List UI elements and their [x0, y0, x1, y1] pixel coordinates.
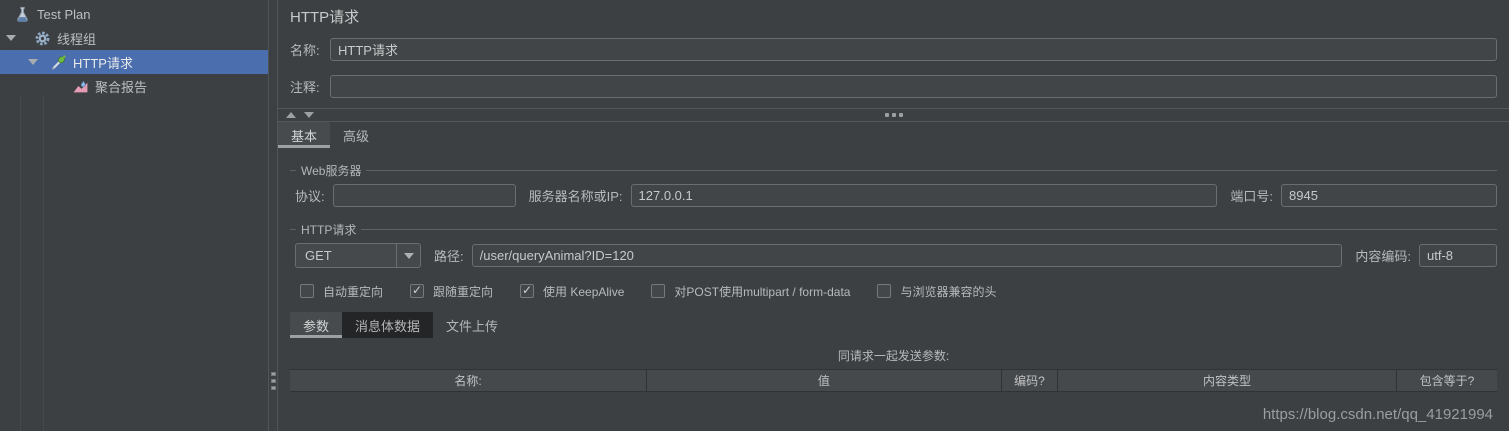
body-tabbar: 参数 消息体数据 文件上传	[290, 312, 1497, 338]
splitter-grip-icon[interactable]	[884, 113, 903, 117]
checkbox-icon: ✓	[410, 283, 425, 298]
basic-advanced-tabbar: 基本 高级	[278, 122, 1509, 148]
method-dropdown[interactable]: GET	[295, 243, 421, 268]
column-header-value[interactable]: 值	[647, 370, 1001, 391]
panel-splitter[interactable]	[268, 0, 278, 431]
collapse-down-icon[interactable]	[304, 112, 314, 118]
web-server-row: 协议: 服务器名称或IP: 端口号:	[290, 184, 1497, 207]
column-header-encode[interactable]: 编码?	[1001, 370, 1058, 391]
checkbox-icon: ✓	[300, 284, 314, 298]
column-header-include-equals[interactable]: 包含等于?	[1396, 370, 1497, 391]
web-server-group: Web服务器 协议: 服务器名称或IP: 端口号:	[290, 162, 1497, 207]
http-request-group-title: HTTP请求	[296, 221, 362, 238]
encoding-input[interactable]	[1419, 244, 1497, 267]
test-plan-icon	[17, 6, 28, 22]
path-label: 路径:	[434, 249, 464, 264]
port-label: 端口号:	[1230, 189, 1273, 204]
server-input[interactable]	[630, 184, 1218, 207]
http-request-row: GET 路径: 内容编码:	[290, 243, 1497, 268]
test-plan-tree: Test Plan 线程组 HTTP请求 聚合报告	[0, 0, 268, 431]
tab-basic[interactable]: 基本	[278, 122, 331, 148]
aggregate-report-icon	[73, 80, 88, 92]
method-value: GET	[305, 248, 332, 263]
jmeter-window: Test Plan 线程组 HTTP请求 聚合报告 HTTP请求 名称: HTT…	[0, 0, 1509, 431]
comment-input[interactable]	[330, 75, 1497, 98]
checkbox-auto-redirects[interactable]: ✓ 自动重定向	[300, 283, 383, 300]
protocol-input[interactable]	[332, 184, 516, 207]
thread-group-icon	[35, 31, 50, 45]
tree-expand-icon[interactable]	[28, 59, 38, 65]
name-row: 名称:	[290, 38, 1497, 61]
tree-item-thread-group[interactable]: 线程组	[0, 26, 268, 50]
chevron-down-icon	[403, 252, 414, 259]
server-label: 服务器名称或IP:	[528, 189, 623, 204]
protocol-label: 协议:	[295, 189, 325, 204]
comment-label: 注释:	[290, 80, 320, 95]
checkbox-browser-compatible-headers[interactable]: ✓ 与浏览器兼容的头	[877, 283, 996, 300]
sampler-editor: HTTP请求 名称: 注释: 基本 高级 Web服务器 协议:	[278, 0, 1509, 431]
path-input[interactable]	[471, 244, 1343, 267]
page-title: HTTP请求	[290, 9, 360, 26]
column-header-name[interactable]: 名称:	[290, 370, 647, 391]
tree-item-aggregate-report[interactable]: 聚合报告	[0, 74, 268, 98]
request-options-row: ✓ 自动重定向 ✓ 跟随重定向 ✓ 使用 KeepAlive ✓ 对POST使用…	[300, 283, 1497, 299]
encoding-label: 内容编码:	[1355, 249, 1411, 264]
port-input[interactable]	[1281, 184, 1497, 207]
tree-item-label: 线程组	[57, 31, 97, 47]
csdn-watermark: https://blog.csdn.net/qq_41921994	[1262, 406, 1493, 423]
http-request-group: HTTP请求 GET 路径: 内容编码: ✓ 自动重定向 ✓	[290, 221, 1497, 299]
column-header-content-type[interactable]: 内容类型	[1058, 370, 1396, 391]
tree-item-http-request[interactable]: HTTP请求	[0, 50, 268, 74]
comment-row: 注释:	[290, 75, 1497, 98]
http-sampler-icon	[51, 54, 66, 70]
checkbox-icon: ✓	[520, 283, 535, 298]
tab-advanced[interactable]: 高级	[330, 122, 382, 148]
tree-expand-icon[interactable]	[6, 35, 16, 41]
collapse-up-icon[interactable]	[286, 112, 296, 118]
checkbox-keepalive[interactable]: ✓ 使用 KeepAlive	[520, 283, 624, 300]
tree-item-label: 聚合报告	[95, 79, 148, 95]
tree-guides	[0, 96, 268, 431]
name-input[interactable]	[330, 38, 1497, 61]
dropdown-button[interactable]	[396, 244, 420, 267]
web-server-group-title: Web服务器	[296, 162, 367, 179]
tree-item-label: Test Plan	[37, 6, 91, 22]
tab-body-data[interactable]: 消息体数据	[342, 312, 434, 338]
tree-item-test-plan[interactable]: Test Plan	[0, 2, 268, 26]
checkbox-follow-redirects[interactable]: ✓ 跟随重定向	[410, 283, 493, 300]
section-splitter[interactable]	[278, 108, 1509, 122]
params-table-caption: 同请求一起发送参数:	[837, 349, 950, 363]
tab-parameters[interactable]: 参数	[290, 312, 343, 338]
splitter-grip-icon[interactable]	[271, 372, 276, 390]
checkbox-multipart[interactable]: ✓ 对POST使用multipart / form-data	[651, 283, 850, 300]
name-label: 名称:	[290, 43, 320, 58]
tree-item-label: HTTP请求	[73, 55, 133, 71]
params-table-header: 名称: 值 编码? 内容类型 包含等于?	[290, 369, 1497, 392]
checkbox-icon: ✓	[651, 284, 666, 298]
checkbox-icon: ✓	[877, 284, 892, 298]
tab-files-upload[interactable]: 文件上传	[433, 312, 511, 338]
